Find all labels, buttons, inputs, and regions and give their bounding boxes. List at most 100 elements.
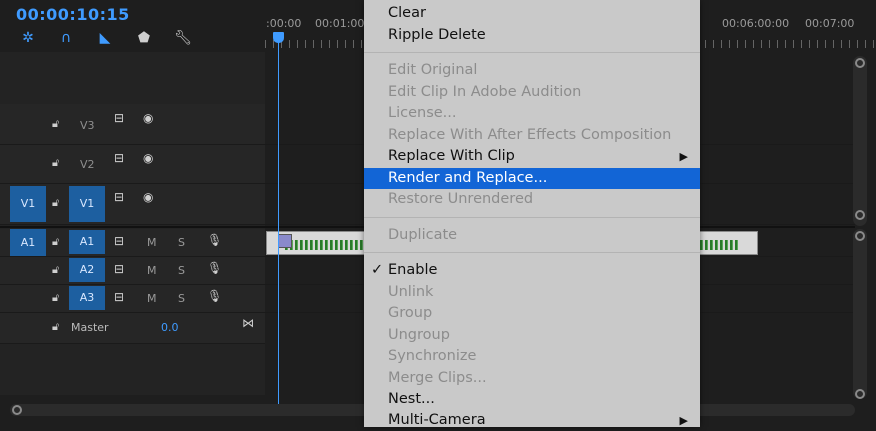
track-target-a3[interactable]: A3 <box>69 286 105 310</box>
track-target-a1[interactable]: A1 <box>69 230 105 254</box>
menu-item-label: Synchronize <box>388 348 477 364</box>
microphone-icon[interactable]: 🎙︎ <box>207 233 222 247</box>
menu-item-label: Edit Original <box>388 62 478 78</box>
lock-icon[interactable]: 🔓︎ <box>52 235 59 249</box>
track-header-v3[interactable] <box>0 104 265 145</box>
menu-item-label: Unlink <box>388 284 434 300</box>
audio-vscrollbar[interactable] <box>853 229 867 399</box>
master-volume-value[interactable]: 0.0 <box>161 321 179 334</box>
fx-badge-icon <box>278 234 292 248</box>
eye-icon[interactable]: ◉ <box>143 151 153 165</box>
menu-item-ungroup: Ungroup <box>364 325 700 346</box>
menu-item-replace-with-clip[interactable]: Replace With Clip ▶ <box>364 146 700 167</box>
track-header-a3[interactable] <box>0 285 265 313</box>
ruler-label: 00:01:00 <box>315 17 365 30</box>
lock-icon[interactable]: 🔓︎ <box>52 196 59 210</box>
menu-item-label: Ungroup <box>388 327 450 343</box>
menu-item-group: Group <box>364 303 700 324</box>
mute-button[interactable]: M <box>147 264 157 277</box>
bowtie-icon[interactable]: ⋈ <box>242 316 254 330</box>
playhead-timecode[interactable]: 00:00:10:15 <box>16 5 130 24</box>
menu-item-label: Merge Clips... <box>388 370 487 386</box>
menu-item-label: Clear <box>388 5 426 21</box>
menu-item-label: License... <box>388 105 457 121</box>
track-header-master[interactable] <box>0 313 265 344</box>
lock-icon[interactable]: 🔓︎ <box>52 263 59 277</box>
wrench-icon[interactable]: 🔧︎ <box>174 29 192 47</box>
menu-item-edit-original: Edit Original <box>364 60 700 81</box>
track-target-v1[interactable]: V1 <box>69 186 105 222</box>
menu-item-restore-unrendered: Restore Unrendered <box>364 189 700 210</box>
source-patch-v1[interactable]: V1 <box>10 186 46 222</box>
solo-button[interactable]: S <box>178 292 185 305</box>
solo-button[interactable]: S <box>178 264 185 277</box>
menu-item-label: Duplicate <box>388 227 458 243</box>
ruler-label: 00:06:00:00 <box>722 17 790 30</box>
checkmark-icon: ✓ <box>371 262 384 278</box>
submenu-arrow-icon: ▶ <box>679 150 688 163</box>
submenu-arrow-icon: ▶ <box>679 414 688 427</box>
mute-button[interactable]: M <box>147 292 157 305</box>
master-label: Master <box>71 321 109 334</box>
menu-item-multi-camera[interactable]: Multi-Camera ▶ <box>364 410 700 431</box>
context-menu: Clear Ripple Delete Edit Original Edit C… <box>364 0 700 428</box>
menu-item-label: Multi-Camera <box>388 412 486 428</box>
menu-item-label: Edit Clip In Adobe Audition <box>388 84 582 100</box>
source-patch-a1[interactable]: A1 <box>10 229 46 256</box>
sync-lock-icon[interactable]: ⊟ <box>114 190 124 204</box>
lock-icon[interactable]: 🔓︎ <box>52 291 59 305</box>
sync-lock-icon[interactable]: ⊟ <box>114 111 124 125</box>
lock-icon[interactable]: 🔓︎ <box>52 156 59 170</box>
menu-item-merge-clips: Merge Clips... <box>364 368 700 389</box>
ruler-label: 00:07:00 <box>805 17 855 30</box>
sync-lock-icon[interactable]: ⊟ <box>114 290 124 304</box>
marker-icon[interactable]: ⬟ <box>135 29 153 47</box>
scroll-handle-bottom[interactable] <box>855 210 865 220</box>
snap-icon[interactable]: ✲ <box>19 29 37 47</box>
scroll-handle-top[interactable] <box>855 231 865 241</box>
track-header-a2[interactable] <box>0 257 265 285</box>
menu-item-label: Restore Unrendered <box>388 191 534 207</box>
menu-item-label: Replace With Clip <box>388 148 515 164</box>
lock-icon[interactable]: 🔓︎ <box>52 117 59 131</box>
menu-item-enable[interactable]: ✓ Enable <box>364 260 700 281</box>
sync-lock-icon[interactable]: ⊟ <box>114 234 124 248</box>
solo-button[interactable]: S <box>178 236 185 249</box>
menu-item-edit-in-audition: Edit Clip In Adobe Audition <box>364 82 700 103</box>
linked-selection-icon[interactable]: ∩ <box>57 29 75 47</box>
scroll-handle-top[interactable] <box>855 58 865 68</box>
playhead-line[interactable] <box>278 40 279 405</box>
video-vscrollbar[interactable] <box>853 56 867 226</box>
menu-separator <box>364 252 700 253</box>
track-target-a2[interactable]: A2 <box>69 258 105 282</box>
mute-button[interactable]: M <box>147 236 157 249</box>
menu-item-ripple-delete[interactable]: Ripple Delete <box>364 25 700 46</box>
menu-item-label: Group <box>388 305 433 321</box>
menu-separator <box>364 217 700 218</box>
menu-separator <box>364 52 700 53</box>
playhead-handle[interactable] <box>273 32 284 43</box>
menu-item-unlink: Unlink <box>364 282 700 303</box>
track-header-v2[interactable] <box>0 145 265 184</box>
hscroll-handle-left[interactable] <box>12 405 22 415</box>
menu-item-clear[interactable]: Clear <box>364 3 700 24</box>
menu-item-nest[interactable]: Nest... <box>364 389 700 410</box>
track-label-v3: V3 <box>80 119 95 132</box>
ruler-label: :00:00 <box>266 17 302 30</box>
sync-lock-icon[interactable]: ⊟ <box>114 262 124 276</box>
menu-item-license: License... <box>364 103 700 124</box>
sync-lock-icon[interactable]: ⊟ <box>114 151 124 165</box>
menu-item-label: Render and Replace... <box>388 170 548 186</box>
scroll-handle-bottom[interactable] <box>855 389 865 399</box>
eye-icon[interactable]: ◉ <box>143 111 153 125</box>
menu-item-render-and-replace[interactable]: Render and Replace... <box>364 168 700 189</box>
add-marker-icon[interactable]: ◣ <box>96 29 114 47</box>
lock-icon[interactable]: 🔓︎ <box>52 320 59 334</box>
track-label-v2: V2 <box>80 158 95 171</box>
microphone-icon[interactable]: 🎙︎ <box>207 261 222 275</box>
menu-item-duplicate: Duplicate <box>364 225 700 246</box>
menu-item-label: Replace With After Effects Composition <box>388 127 672 143</box>
eye-icon[interactable]: ◉ <box>143 190 153 204</box>
menu-item-label: Enable <box>388 262 438 278</box>
microphone-icon[interactable]: 🎙︎ <box>207 289 222 303</box>
